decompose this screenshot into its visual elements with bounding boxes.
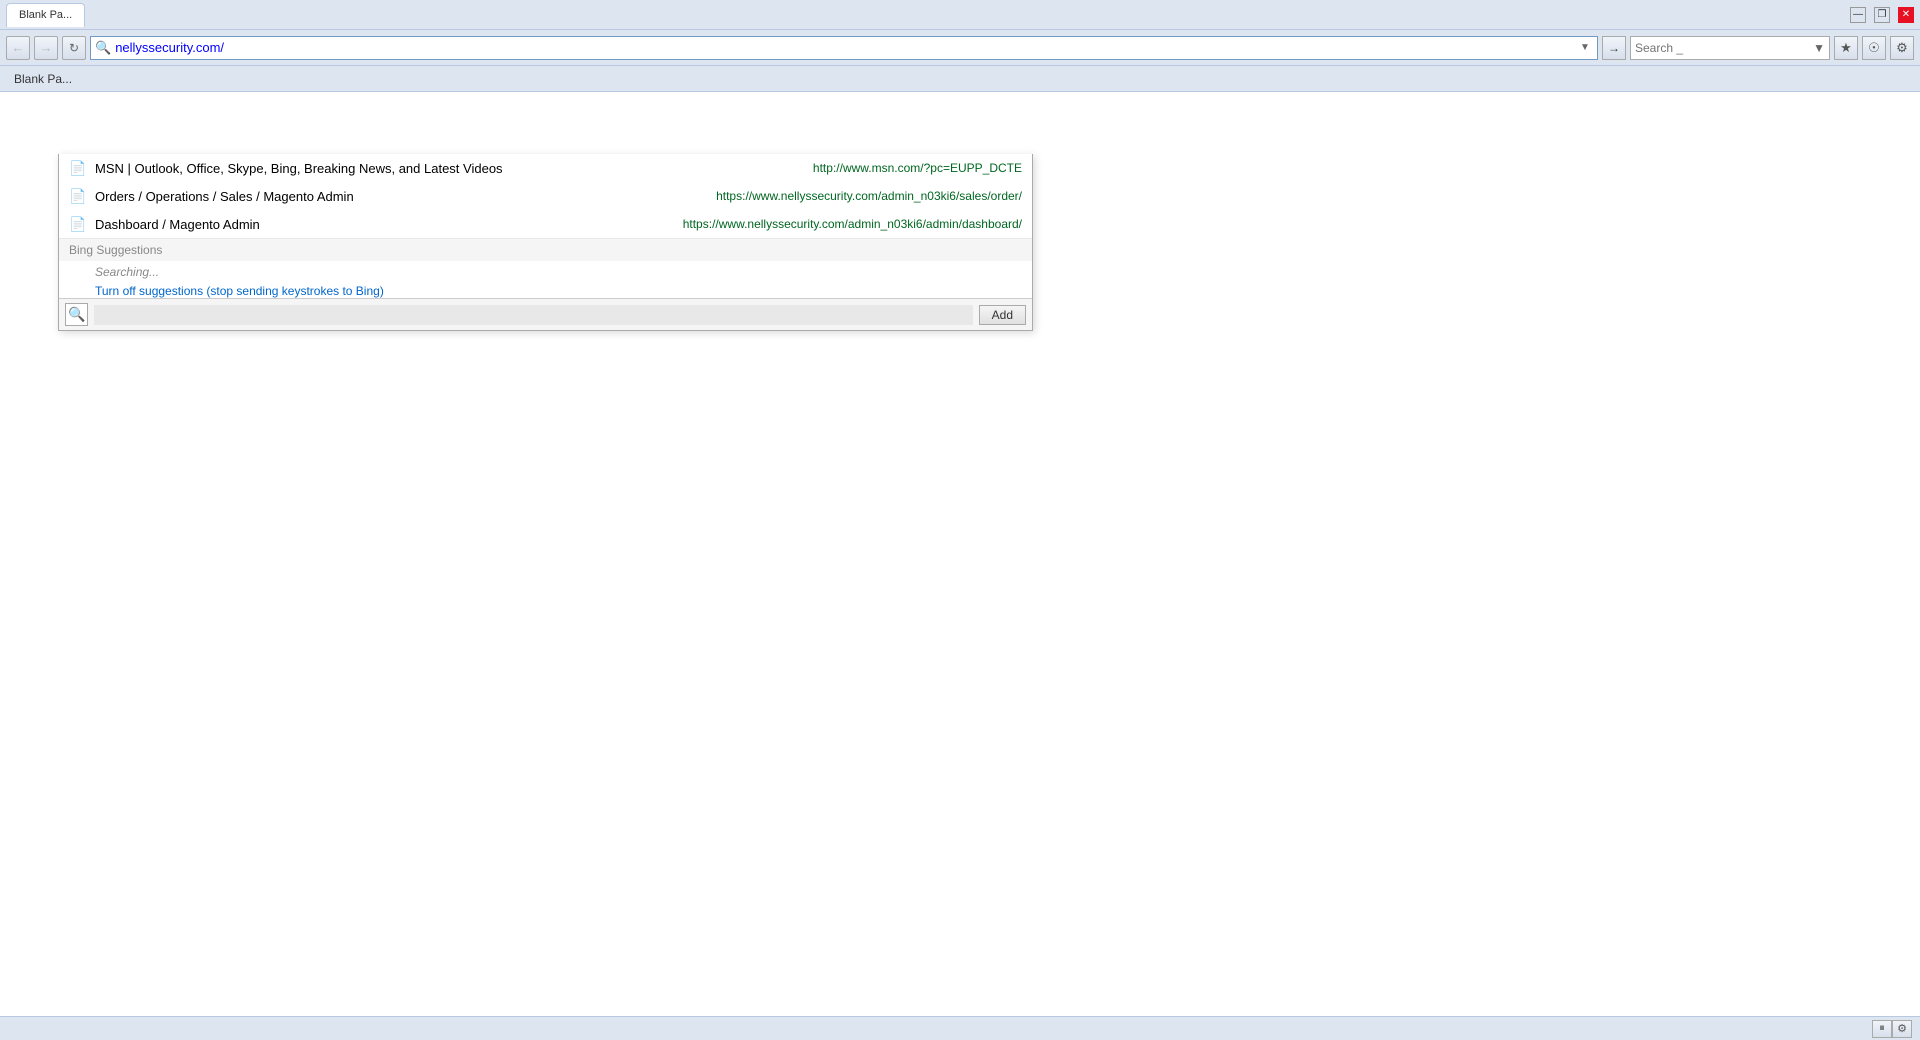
- favorites-add-button[interactable]: ☉: [1862, 36, 1886, 60]
- bing-suggestions-header: Bing Suggestions: [59, 238, 1032, 261]
- minimize-button[interactable]: —: [1850, 7, 1866, 23]
- back-button[interactable]: ←: [6, 36, 30, 60]
- autocomplete-search-input[interactable]: [94, 305, 972, 325]
- autocomplete-add-button[interactable]: Add: [979, 305, 1026, 325]
- autocomplete-history-item-2[interactable]: 📄 Orders / Operations / Sales / Magento …: [59, 182, 1032, 210]
- autocomplete-item-left-1: 📄 MSN | Outlook, Office, Skype, Bing, Br…: [69, 160, 813, 177]
- title-bar-left: Blank Pa...: [6, 3, 85, 27]
- address-dropdown-button[interactable]: ▼: [1577, 37, 1593, 59]
- autocomplete-item-url-3: https://www.nellyssecurity.com/admin_n03…: [683, 217, 1022, 231]
- favorites-item[interactable]: Blank Pa...: [8, 70, 78, 88]
- search-bar: ▼: [1630, 36, 1830, 60]
- turn-off-suggestions-link[interactable]: Turn off suggestions (stop sending keyst…: [59, 280, 394, 302]
- main-content: 📄 MSN | Outlook, Office, Skype, Bing, Br…: [0, 92, 1920, 1016]
- status-bar: ⏸ ⚙: [0, 1016, 1920, 1040]
- history-icon-1: 📄: [69, 160, 87, 177]
- autocomplete-item-title-3: Dashboard / Magento Admin: [95, 217, 260, 232]
- forward-button[interactable]: →: [34, 36, 58, 60]
- autocomplete-item-url-2: https://www.nellyssecurity.com/admin_n03…: [716, 189, 1022, 203]
- go-button[interactable]: →: [1602, 36, 1626, 60]
- autocomplete-dropdown: 📄 MSN | Outlook, Office, Skype, Bing, Br…: [58, 154, 1033, 331]
- tab-label: Blank Pa...: [19, 9, 72, 21]
- autocomplete-item-url-1: http://www.msn.com/?pc=EUPP_DCTE: [813, 161, 1022, 175]
- favorites-bar: Blank Pa...: [0, 66, 1920, 92]
- autocomplete-item-title-2: Orders / Operations / Sales / Magento Ad…: [95, 189, 354, 204]
- browser-tab[interactable]: Blank Pa...: [6, 3, 85, 27]
- autocomplete-history-item-3[interactable]: 📄 Dashboard / Magento Admin https://www.…: [59, 210, 1032, 238]
- restore-button[interactable]: ❐: [1874, 7, 1890, 23]
- navigation-bar: ← → ↻ 🔍 ▼ → ▼ ★ ☉ ⚙: [0, 30, 1920, 66]
- title-bar: Blank Pa... — ❐ ✕: [0, 0, 1920, 30]
- autocomplete-search-box: 🔍 Add: [59, 298, 1032, 330]
- history-icon-2: 📄: [69, 188, 87, 205]
- window-controls: — ❐ ✕: [1850, 7, 1914, 23]
- refresh-button[interactable]: ↻: [62, 36, 86, 60]
- pause-button[interactable]: ⏸: [1872, 1020, 1892, 1038]
- settings-button[interactable]: ⚙: [1892, 1020, 1912, 1038]
- address-bar: 🔍 ▼: [90, 36, 1598, 60]
- history-icon-3: 📄: [69, 216, 87, 233]
- favorites-star-button[interactable]: ★: [1834, 36, 1858, 60]
- autocomplete-item-left-3: 📄 Dashboard / Magento Admin: [69, 216, 683, 233]
- search-input[interactable]: [1635, 41, 1813, 55]
- autocomplete-item-title-1: MSN | Outlook, Office, Skype, Bing, Brea…: [95, 161, 503, 176]
- address-input[interactable]: [115, 40, 1573, 55]
- autocomplete-search-icon: 🔍: [65, 303, 88, 326]
- address-icon: 🔍: [95, 40, 111, 56]
- close-button[interactable]: ✕: [1898, 7, 1914, 23]
- tools-button[interactable]: ⚙: [1890, 36, 1914, 60]
- autocomplete-history-item-1[interactable]: 📄 MSN | Outlook, Office, Skype, Bing, Br…: [59, 154, 1032, 182]
- autocomplete-item-left-2: 📄 Orders / Operations / Sales / Magento …: [69, 188, 716, 205]
- search-button[interactable]: ▼: [1813, 41, 1825, 55]
